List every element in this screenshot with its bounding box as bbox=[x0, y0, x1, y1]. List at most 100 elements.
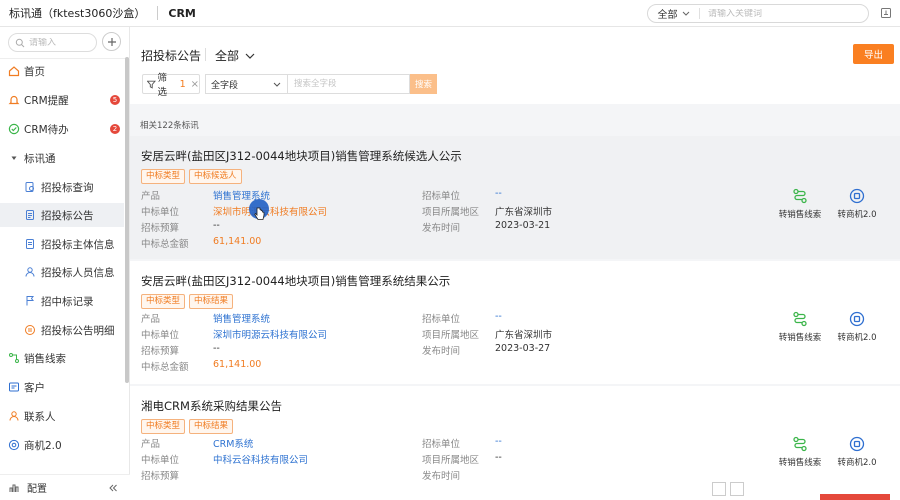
product-value[interactable]: CRM系统 bbox=[213, 436, 253, 450]
chevron-down-icon bbox=[682, 11, 689, 16]
filter-button[interactable]: 筛选 1 × bbox=[142, 73, 200, 98]
sidebar-item-label: 客户 bbox=[24, 381, 45, 394]
product-value[interactable]: 销售管理系统 bbox=[213, 311, 270, 325]
check-circle-icon bbox=[8, 123, 20, 135]
sidebar-item-label: 招投标主体信息 bbox=[41, 238, 115, 251]
filter-icon bbox=[147, 80, 156, 89]
to-lead-button[interactable]: 转销售线索 bbox=[775, 311, 825, 343]
sidebar: 首页 CRM提醒 5 CRM待办 2 标讯通 招投标查询 招投标公告 招投标主体… bbox=[0, 27, 130, 500]
sidebar-item-opportunity[interactable]: 商机2.0 bbox=[0, 433, 124, 457]
chevron-down-icon bbox=[273, 82, 281, 87]
search-icon bbox=[15, 38, 25, 47]
global-search-input[interactable] bbox=[700, 8, 860, 19]
sidebar-item-bid-personnel[interactable]: 招投标人员信息 bbox=[0, 260, 124, 284]
field-label: 中标单位 bbox=[141, 207, 180, 218]
sidebar-item-award-record[interactable]: 招中标记录 bbox=[0, 289, 124, 313]
lead-icon bbox=[9, 353, 19, 363]
sidebar-group-biaoxuntong[interactable]: 标讯通 bbox=[0, 146, 124, 170]
reminder-badge: 5 bbox=[110, 95, 120, 105]
field-select[interactable]: 全字段 bbox=[205, 74, 287, 94]
sidebar-item-label: 商机2.0 bbox=[24, 439, 62, 452]
module-title[interactable]: CRM bbox=[168, 7, 196, 20]
sidebar-item-home[interactable]: 首页 bbox=[0, 59, 124, 83]
announcement-card[interactable]: 安居云畔(盐田区J312-0044地块项目)销售管理系统结果公示 中标类型 中标… bbox=[130, 261, 900, 384]
to-lead-button[interactable]: 转销售线索 bbox=[775, 188, 825, 220]
region-value: -- bbox=[495, 452, 502, 463]
sidebar-item-label: 招投标公告明细 bbox=[41, 324, 115, 337]
card-title[interactable]: 湘电CRM系统采购结果公告 bbox=[141, 398, 282, 414]
field-label: 中标总金额 bbox=[141, 239, 189, 250]
announcement-card[interactable]: 安居云畔(盐田区J312-0044地块项目)销售管理系统候选人公示 中标类型 中… bbox=[130, 136, 900, 259]
sidebar-footer: 配置 bbox=[0, 474, 130, 500]
result-count: 相关122条标讯 bbox=[140, 121, 199, 131]
field-label: 产品 bbox=[141, 191, 161, 202]
bidder-value: -- bbox=[495, 188, 502, 199]
card-title[interactable]: 安居云畔(盐田区J312-0044地块项目)销售管理系统结果公示 bbox=[141, 273, 450, 289]
sidebar-item-label: 招投标查询 bbox=[41, 181, 94, 194]
customer-icon bbox=[9, 382, 19, 392]
winner-value[interactable]: 中科云谷科技有限公司 bbox=[213, 452, 308, 466]
search-button[interactable]: 搜索 bbox=[410, 74, 437, 94]
sidebar-search-input[interactable] bbox=[29, 37, 89, 48]
document-icon bbox=[26, 210, 34, 220]
clear-filter-icon[interactable]: × bbox=[191, 79, 199, 90]
floating-action-bar[interactable] bbox=[820, 494, 890, 500]
settings-label[interactable]: 配置 bbox=[27, 480, 47, 495]
total-value: 61,141.00 bbox=[213, 359, 262, 370]
scope-select[interactable]: 全部 bbox=[215, 47, 255, 64]
scope-label: 全部 bbox=[215, 49, 240, 63]
card-title[interactable]: 安居云畔(盐田区J312-0044地块项目)销售管理系统候选人公示 bbox=[141, 148, 462, 164]
todo-badge: 2 bbox=[110, 124, 120, 134]
tag: 中标类型 bbox=[141, 294, 186, 309]
sidebar-item-bid-query[interactable]: 招投标查询 bbox=[0, 175, 124, 199]
download-icon[interactable] bbox=[880, 7, 892, 19]
field-label: 招标单位 bbox=[422, 314, 461, 325]
search-input[interactable] bbox=[287, 74, 410, 94]
sidebar-item-label: 首页 bbox=[24, 65, 45, 78]
sidebar-item-bid-entity[interactable]: 招投标主体信息 bbox=[0, 232, 124, 256]
field-label: 招标预算 bbox=[141, 223, 180, 234]
winner-value[interactable]: 深圳市明源云科技有限公司 bbox=[213, 327, 327, 341]
winner-value[interactable]: 深圳市明源云科技有限公司 bbox=[213, 204, 327, 218]
field-label: 产品 bbox=[141, 439, 161, 450]
add-menu-button[interactable] bbox=[102, 32, 121, 51]
opportunity-convert-icon bbox=[849, 311, 865, 327]
next-page-button[interactable] bbox=[730, 482, 744, 496]
sidebar-item-contact[interactable]: 联系人 bbox=[0, 404, 124, 428]
card-tags: 中标类型 中标结果 bbox=[141, 294, 234, 309]
home-icon bbox=[8, 66, 20, 77]
collapse-icon[interactable] bbox=[108, 483, 118, 493]
card-tags: 中标类型 中标结果 bbox=[141, 419, 234, 434]
to-opportunity-button[interactable]: 转商机2.0 bbox=[832, 436, 882, 468]
sidebar-scrollbar[interactable] bbox=[125, 57, 129, 383]
region-value: 广东省深圳市 bbox=[495, 330, 553, 341]
sidebar-item-crm-reminder[interactable]: CRM提醒 5 bbox=[0, 88, 124, 112]
sidebar-item-label: 销售线索 bbox=[24, 352, 66, 365]
tag: 中标结果 bbox=[189, 294, 234, 309]
contact-icon bbox=[9, 411, 19, 421]
sidebar-item-announcement-detail[interactable]: 招投标公告明细 bbox=[0, 318, 124, 342]
export-button[interactable]: 导出 bbox=[853, 44, 894, 64]
document-icon bbox=[26, 239, 34, 249]
tag: 中标类型 bbox=[141, 419, 186, 434]
sidebar-search bbox=[8, 33, 97, 52]
sidebar-item-label: CRM提醒 bbox=[24, 94, 69, 107]
sidebar-item-customer[interactable]: 客户 bbox=[0, 375, 124, 399]
hand-cursor-icon bbox=[254, 207, 265, 220]
announcement-card[interactable]: 湘电CRM系统采购结果公告 中标类型 中标结果 产品 CRM系统 中标单位 中科… bbox=[130, 386, 900, 500]
prev-page-button[interactable] bbox=[712, 482, 726, 496]
field-label: 中标单位 bbox=[141, 330, 180, 341]
sidebar-item-crm-todo[interactable]: CRM待办 2 bbox=[0, 117, 124, 141]
to-opportunity-button[interactable]: 转商机2.0 bbox=[832, 188, 882, 220]
search-scope-select[interactable]: 全部 bbox=[648, 8, 700, 21]
to-opportunity-button[interactable]: 转商机2.0 bbox=[832, 311, 882, 343]
page-title: 招投标公告 bbox=[141, 49, 202, 63]
field-label: 招标预算 bbox=[141, 471, 180, 482]
sidebar-item-sales-lead[interactable]: 销售线索 bbox=[0, 346, 124, 370]
to-lead-button[interactable]: 转销售线索 bbox=[775, 436, 825, 468]
sidebar-item-bid-announcement[interactable]: 招投标公告 bbox=[0, 203, 124, 227]
field-label: 发布时间 bbox=[422, 346, 461, 357]
field-label: 项目所属地区 bbox=[422, 207, 480, 218]
field-label: 发布时间 bbox=[422, 471, 461, 482]
app-title: 标讯通（fktest3060沙盒） bbox=[9, 7, 146, 20]
